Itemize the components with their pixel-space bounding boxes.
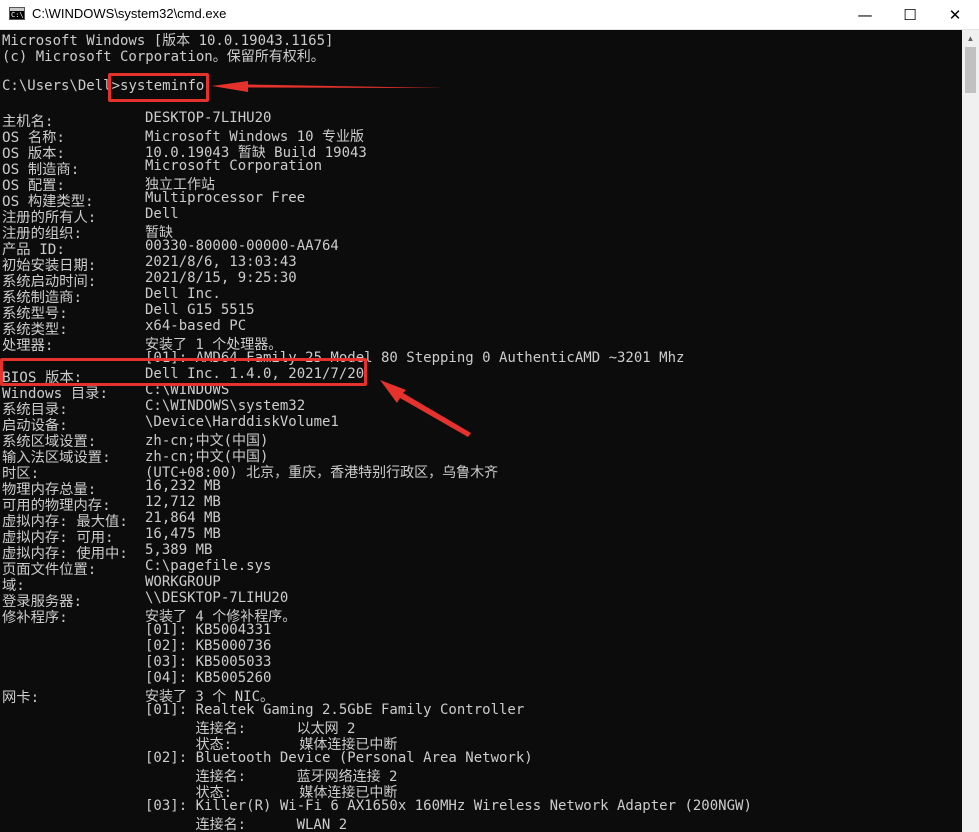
console-output[interactable]: Microsoft Windows [版本 10.0.19043.1165] (… <box>0 30 962 832</box>
info-key: 初始安装日期: <box>2 258 97 274</box>
vertical-scrollbar[interactable]: ▲ <box>962 30 979 832</box>
info-value: x64-based PC <box>145 318 247 334</box>
minimize-button[interactable]: — <box>842 0 888 29</box>
info-value: [04]: KB5005260 <box>145 670 272 686</box>
bios-highlight-box <box>0 358 367 386</box>
info-key: 虚拟内存: 使用中: <box>2 546 128 562</box>
info-value: Microsoft Corporation <box>145 158 323 174</box>
info-key: 虚拟内存: 最大值: <box>2 514 128 530</box>
cmd-app-icon <box>9 7 25 20</box>
info-value: 状态: 媒体连接已中断 <box>145 737 398 753</box>
info-key: OS 制造商: <box>2 162 80 178</box>
info-value: 安装了 1 个处理器。 <box>145 337 283 353</box>
info-key: 时区: <box>2 466 40 482</box>
info-value: C:\pagefile.sys <box>145 558 272 574</box>
info-key: 系统目录: <box>2 402 68 418</box>
info-value: 安装了 3 个 NIC。 <box>145 689 275 705</box>
info-value: DESKTOP-7LIHU20 <box>145 110 272 126</box>
info-value: [01]: Realtek Gaming 2.5GbE Family Contr… <box>145 702 525 718</box>
info-value: 状态: 媒体连接已中断 <box>145 785 398 801</box>
window-title: C:\WINDOWS\system32\cmd.exe <box>32 6 227 21</box>
info-value: Dell Inc. <box>145 286 221 302</box>
info-value: \Device\HarddiskVolume1 <box>145 414 339 430</box>
header-line: Microsoft Windows [版本 10.0.19043.1165] <box>2 33 334 49</box>
info-key: 注册的所有人: <box>2 210 97 226</box>
scroll-up-arrow-icon[interactable]: ▲ <box>962 30 979 47</box>
info-value: [03]: KB5005033 <box>145 654 272 670</box>
info-value: C:\WINDOWS\system32 <box>145 398 306 414</box>
info-key: 物理内存总量: <box>2 482 97 498</box>
info-value: 2021/8/6, 13:03:43 <box>145 254 297 270</box>
prompt: C:\Users\Dell> <box>2 78 121 94</box>
info-value: 连接名: WLAN 2 <box>145 817 348 832</box>
info-key: 登录服务器: <box>2 594 83 610</box>
info-value: [02]: KB5000736 <box>145 638 272 654</box>
info-key: 系统型号: <box>2 306 68 322</box>
info-key: 网卡: <box>2 690 40 706</box>
info-value: \\DESKTOP-7LIHU20 <box>145 590 289 606</box>
info-key: OS 版本: <box>2 146 66 162</box>
info-key: 产品 ID: <box>2 242 66 258</box>
info-value: 21,864 MB <box>145 510 221 526</box>
scroll-thumb[interactable] <box>965 47 976 93</box>
info-key: 系统制造商: <box>2 290 83 306</box>
command-highlight-box <box>108 73 209 102</box>
info-value: 连接名: 以太网 2 <box>145 721 356 737</box>
title-bar[interactable]: C:\WINDOWS\system32\cmd.exe — ☐ ✕ <box>0 0 979 30</box>
info-value: 独立工作站 <box>145 177 215 193</box>
info-value: 安装了 4 个修补程序。 <box>145 609 297 625</box>
info-value: [03]: Killer(R) Wi-Fi 6 AX1650x 160MHz W… <box>145 798 752 814</box>
info-key: 启动设备: <box>2 418 68 434</box>
info-key: OS 构建类型: <box>2 194 94 210</box>
info-key: 处理器: <box>2 338 54 354</box>
info-key: OS 名称: <box>2 130 66 146</box>
info-key: 修补程序: <box>2 610 68 626</box>
info-value: 00330-80000-00000-AA764 <box>145 238 339 254</box>
info-value: 5,389 MB <box>145 542 213 558</box>
info-value: 10.0.19043 暂缺 Build 19043 <box>145 145 367 161</box>
info-key: 系统类型: <box>2 322 68 338</box>
info-key: 系统区域设置: <box>2 434 97 450</box>
info-value: Dell <box>145 206 179 222</box>
info-value: zh-cn;中文(中国) <box>145 449 269 465</box>
info-key: 输入法区域设置: <box>2 450 111 466</box>
info-value: [02]: Bluetooth Device (Personal Area Ne… <box>145 750 533 766</box>
close-button[interactable]: ✕ <box>932 0 978 29</box>
info-value: Dell G15 5515 <box>145 302 255 318</box>
info-value: Multiprocessor Free <box>145 190 306 206</box>
info-key: 虚拟内存: 可用: <box>2 530 114 546</box>
info-key: 可用的物理内存: <box>2 498 111 514</box>
info-value: 2021/8/15, 9:25:30 <box>145 270 297 286</box>
info-value: 12,712 MB <box>145 494 221 510</box>
info-value: zh-cn;中文(中国) <box>145 433 269 449</box>
info-key: 注册的组织: <box>2 226 83 242</box>
info-key: 页面文件位置: <box>2 562 97 578</box>
info-key: 系统启动时间: <box>2 274 97 290</box>
info-value: [01]: KB5004331 <box>145 622 272 638</box>
maximize-button[interactable]: ☐ <box>887 0 933 29</box>
info-key: 主机名: <box>2 114 54 130</box>
info-value: (UTC+08:00) 北京，重庆，香港特别行政区，乌鲁木齐 <box>145 465 499 481</box>
info-value: Microsoft Windows 10 专业版 <box>145 129 365 145</box>
info-value: 连接名: 蓝牙网络连接 2 <box>145 769 398 785</box>
header-line: (c) Microsoft Corporation。保留所有权利。 <box>2 49 325 65</box>
info-value: 暂缺 <box>145 225 173 241</box>
info-key: 域: <box>2 578 25 594</box>
info-value: WORKGROUP <box>145 574 221 590</box>
info-value: 16,475 MB <box>145 526 221 542</box>
info-value: 16,232 MB <box>145 478 221 494</box>
info-key: OS 配置: <box>2 178 66 194</box>
